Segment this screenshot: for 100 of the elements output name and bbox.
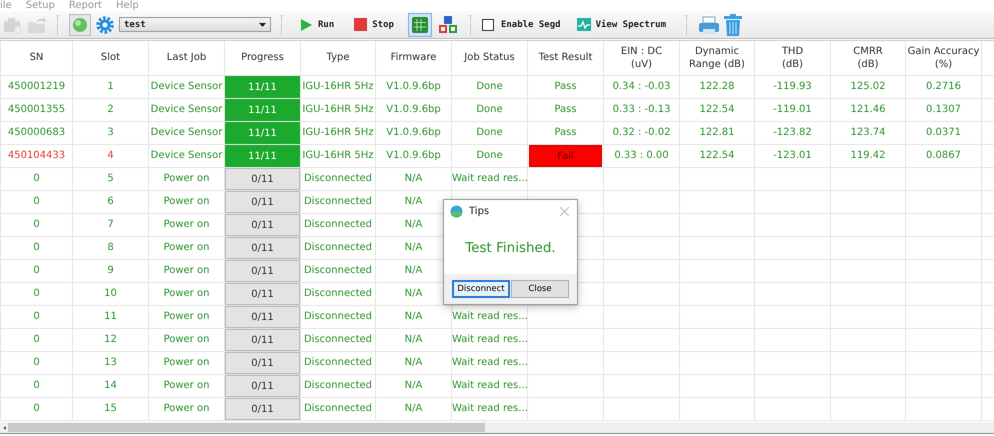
spectrum-icon <box>576 18 591 31</box>
progress-cell: 0/11 <box>225 352 300 374</box>
table-cell: IGU-16HR 5Hz <box>302 104 374 115</box>
table-cell: N/A <box>404 288 422 299</box>
table-cell: Disconnected <box>304 196 372 207</box>
table-cell: N/A <box>404 219 422 230</box>
table-cell: 1 <box>107 81 114 92</box>
table-cell: 5 <box>107 173 114 184</box>
grid-icon <box>412 16 428 32</box>
table-cell: 450001355 <box>8 104 66 115</box>
table-cell: Power on <box>164 403 210 414</box>
progress-cell: 11/11 <box>225 144 300 166</box>
table-cell: IGU-16HR 5Hz <box>302 150 374 161</box>
table-cell: Done <box>476 104 503 115</box>
table-cell: 0.34 : -0.03 <box>612 81 670 92</box>
table-cell: 0.2716 <box>926 81 961 92</box>
table-cell: 0 <box>33 196 40 207</box>
table-cell: -119.93 <box>773 81 812 92</box>
table-cell: Device Sensor <box>150 104 222 115</box>
table-cell: 0 <box>33 173 40 184</box>
table-cell: Wait read res... <box>452 357 528 368</box>
circle-button-icon[interactable] <box>69 14 91 36</box>
table-cell: Done <box>476 81 503 92</box>
table-cell: V1.0.9.6bp <box>386 81 441 92</box>
table-cell: 3 <box>107 127 114 138</box>
table-cell: 0 <box>33 380 40 391</box>
toolbar-button[interactable]: Stop <box>348 14 404 36</box>
table-cell: Wait read res... <box>452 380 528 391</box>
dropdown-value: test <box>124 20 146 30</box>
dialog-button[interactable]: Close <box>511 280 569 298</box>
table-cell: 121.46 <box>850 104 886 115</box>
progress-cell: 0/11 <box>225 214 300 236</box>
progress-cell: 11/11 <box>225 122 300 144</box>
progress-cell: 0/11 <box>225 306 300 328</box>
table-cell: 119.42 <box>850 150 886 161</box>
table-cell: 2 <box>107 104 114 115</box>
dialog-title: Tips <box>469 206 490 216</box>
blocks-icon <box>438 16 457 34</box>
table-cell: Wait read res... <box>452 334 528 345</box>
table-cell: Disconnected <box>304 357 372 368</box>
table-cell: V1.0.9.6bp <box>386 150 441 161</box>
printer-icon[interactable] <box>698 14 720 34</box>
play-icon <box>299 18 313 32</box>
table-cell: 0 <box>33 265 40 276</box>
table-cell: 450000683 <box>8 127 66 138</box>
globe-icon <box>450 204 463 218</box>
table-cell: Disconnected <box>304 173 372 184</box>
table-cell: 122.81 <box>700 127 734 138</box>
table-cell: N/A <box>404 173 422 184</box>
table-cell: 0 <box>33 403 40 414</box>
table-cell: N/A <box>404 311 422 322</box>
table-cell: Disconnected <box>304 380 372 391</box>
table-cell: Disconnected <box>304 311 372 322</box>
table-cell: IGU-16HR 5Hz <box>302 81 374 92</box>
table-cell: 8 <box>107 242 114 253</box>
toolbar-button[interactable]: View Spectrum <box>570 14 676 36</box>
table-cell: 0.0371 <box>926 127 961 138</box>
table-cell: N/A <box>404 265 422 276</box>
progress-cell: 11/11 <box>225 98 300 120</box>
table-cell: 122.54 <box>700 150 734 161</box>
table-cell: Power on <box>164 334 210 345</box>
table-cell: Wait read res... <box>452 311 528 322</box>
table-cell: N/A <box>404 403 422 414</box>
table-cell: 10 <box>104 288 117 299</box>
close-icon[interactable] <box>560 206 569 216</box>
table-cell-text: Pass <box>553 81 578 92</box>
table-cell: Power on <box>164 242 210 253</box>
table-cell: 450104433 <box>8 150 66 161</box>
table-cell: 122.54 <box>700 104 734 115</box>
table-cell: Disconnected <box>304 265 372 276</box>
toolbar-button[interactable]: Run <box>293 14 344 36</box>
progress-cell: 0/11 <box>225 168 300 190</box>
table-cell-text: Pass <box>553 127 578 138</box>
table-cell: -123.82 <box>773 127 812 138</box>
table-cell: Wait read res... <box>452 403 528 414</box>
toolbar-toggle[interactable] <box>408 12 432 36</box>
table-cell: IGU-16HR 5Hz <box>302 127 374 138</box>
table-cell: 0 <box>33 242 40 253</box>
progress-cell: 0/11 <box>225 374 300 396</box>
gear-icon[interactable] <box>95 14 115 34</box>
table-cell-text: Pass <box>553 104 578 115</box>
dialog-button[interactable]: Disconnect <box>452 280 510 298</box>
progress-cell: 11/11 <box>225 76 300 98</box>
table-cell: 15 <box>104 403 117 414</box>
checkbox[interactable] <box>482 18 494 30</box>
progress-cell: 0/11 <box>225 260 300 282</box>
trash-icon[interactable] <box>724 14 742 36</box>
table-cell: 0 <box>33 357 40 368</box>
table-cell: V1.0.9.6bp <box>386 104 441 115</box>
dropdown[interactable]: test <box>119 17 271 32</box>
checkbox-label[interactable]: Enable Segd <box>500 20 561 30</box>
table-cell: Power on <box>164 219 210 230</box>
table-cell: Disconnected <box>304 219 372 230</box>
table-cell: 0.33 : 0.00 <box>614 150 669 161</box>
table-cell: Device Sensor <box>150 127 222 138</box>
table-cell: 11 <box>104 311 117 322</box>
table-cell: 0 <box>33 334 40 345</box>
scrollbar[interactable] <box>0 422 994 434</box>
table-cell: Done <box>476 150 503 161</box>
table-cell: 125.02 <box>850 81 886 92</box>
